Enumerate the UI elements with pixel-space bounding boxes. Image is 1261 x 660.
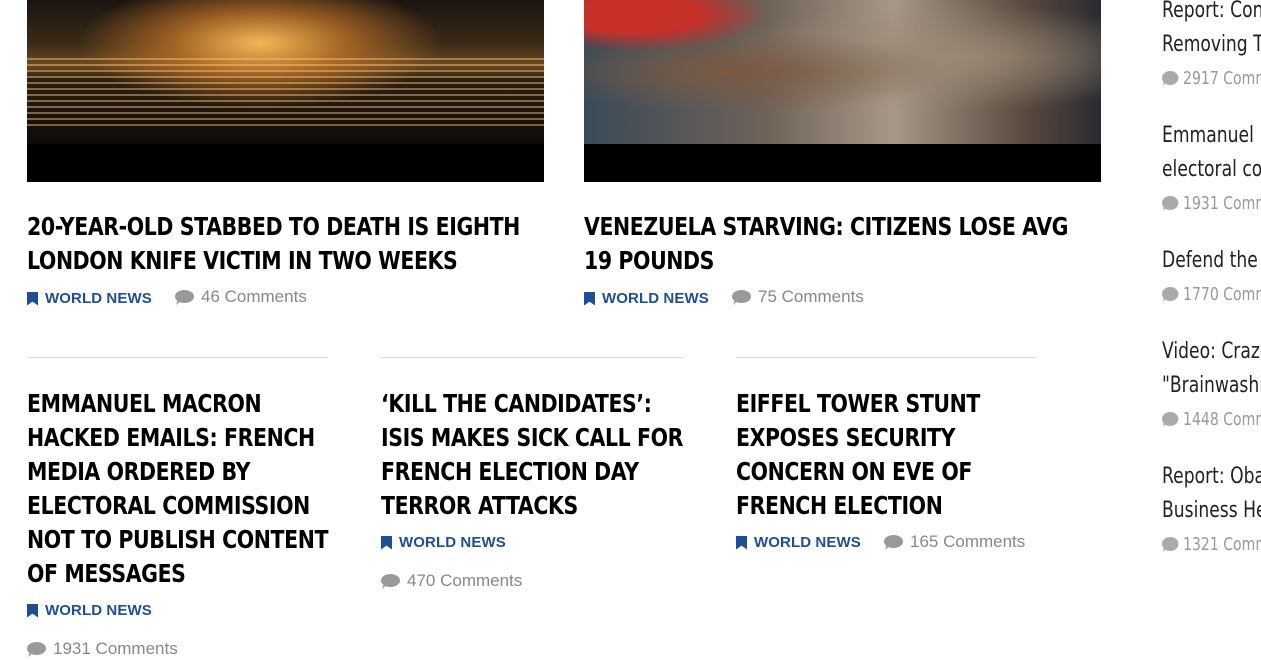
article-headline[interactable]: Venezuela Starving: Citizens Lose Avg 19… bbox=[584, 210, 1092, 278]
comment-bubble-icon bbox=[732, 290, 751, 304]
category-label: WORLD NEWS bbox=[45, 602, 152, 619]
sidebar-comments-link[interactable]: 1448 Comm bbox=[1162, 409, 1261, 430]
comments-count: 75 Comments bbox=[758, 287, 864, 306]
bookmark-icon bbox=[381, 535, 392, 550]
article-image-london[interactable] bbox=[27, 0, 544, 182]
comment-bubble-icon bbox=[1162, 537, 1179, 552]
category-link[interactable]: WORLD NEWS bbox=[584, 290, 709, 307]
article-headline[interactable]: Emmanuel Macron Hacked Emails: French Me… bbox=[27, 387, 330, 591]
article-headline[interactable]: ‘Kill the Candidates’: ISIS Makes Sick C… bbox=[381, 387, 684, 523]
sidebar-comments-link[interactable]: 1321 Comm bbox=[1162, 534, 1261, 555]
article-image-venezuela[interactable] bbox=[584, 0, 1101, 182]
sidebar-item-title[interactable]: Report: Con bbox=[1162, 0, 1261, 28]
divider bbox=[736, 357, 1037, 358]
sidebar-comments-link[interactable]: 1931 Comm bbox=[1162, 193, 1261, 214]
comment-bubble-icon bbox=[27, 642, 46, 656]
sidebar-item-title[interactable]: Business He bbox=[1162, 494, 1261, 528]
sidebar-comments-link[interactable]: 1770 Comm bbox=[1162, 284, 1261, 305]
sidebar-comments-count: 1931 Comm bbox=[1183, 193, 1261, 214]
article-headline[interactable]: Eiffel Tower Stunt Exposes Security Conc… bbox=[736, 387, 1039, 523]
comment-bubble-icon bbox=[175, 290, 194, 304]
category-label: WORLD NEWS bbox=[602, 290, 709, 307]
comments-link[interactable]: 75 Comments bbox=[732, 287, 864, 307]
bookmark-icon bbox=[27, 603, 38, 618]
sidebar-item-title[interactable]: Removing Tr bbox=[1162, 28, 1261, 62]
comments-count: 165 Comments bbox=[910, 532, 1026, 551]
comments-link[interactable]: 1931 Comments bbox=[27, 639, 178, 659]
category-link[interactable]: WORLD NEWS bbox=[381, 534, 506, 551]
sidebar-comments-count: 1770 Comm bbox=[1183, 284, 1261, 305]
comment-bubble-icon bbox=[1162, 71, 1179, 86]
comment-bubble-icon bbox=[1162, 196, 1179, 211]
sidebar-item-title[interactable]: Emmanuel M bbox=[1162, 119, 1261, 153]
bookmark-icon bbox=[736, 535, 747, 550]
category-label: WORLD NEWS bbox=[399, 534, 506, 551]
sidebar-comments-count: 1448 Comm bbox=[1183, 409, 1261, 430]
comments-link[interactable]: 46 Comments bbox=[175, 287, 307, 307]
sidebar-comments-link[interactable]: 2917 Comm bbox=[1162, 68, 1261, 89]
comment-bubble-icon bbox=[1162, 412, 1179, 427]
divider bbox=[381, 357, 683, 358]
category-label: WORLD NEWS bbox=[754, 534, 861, 551]
bookmark-icon bbox=[584, 291, 595, 306]
sidebar-comments-count: 1321 Comm bbox=[1183, 534, 1261, 555]
comment-bubble-icon bbox=[381, 574, 400, 588]
sidebar-item-title[interactable]: Report: Oba bbox=[1162, 460, 1261, 494]
category-link[interactable]: WORLD NEWS bbox=[736, 534, 861, 551]
comments-count: 1931 Comments bbox=[53, 639, 178, 658]
category-link[interactable]: WORLD NEWS bbox=[27, 290, 152, 307]
comment-bubble-icon bbox=[1162, 287, 1179, 302]
sidebar-item-title[interactable]: Defend the V bbox=[1162, 244, 1261, 278]
sidebar-comments-count: 2917 Comm bbox=[1183, 68, 1261, 89]
comment-bubble-icon bbox=[884, 535, 903, 549]
sidebar-item-title[interactable]: electoral co bbox=[1162, 153, 1261, 187]
article-headline[interactable]: 20-Year-Old Stabbed to Death Is Eighth L… bbox=[27, 210, 535, 278]
sidebar-item-title[interactable]: Video: Craze bbox=[1162, 335, 1261, 369]
comments-count: 46 Comments bbox=[201, 287, 307, 306]
category-link[interactable]: WORLD NEWS bbox=[27, 602, 152, 619]
category-label: WORLD NEWS bbox=[45, 290, 152, 307]
comments-count: 470 Comments bbox=[407, 571, 523, 590]
comments-link[interactable]: 470 Comments bbox=[381, 571, 522, 591]
bookmark-icon bbox=[27, 291, 38, 306]
sidebar-item-title[interactable]: "Brainwashi bbox=[1162, 369, 1261, 403]
divider bbox=[27, 357, 328, 358]
comments-link[interactable]: 165 Comments bbox=[884, 532, 1025, 552]
